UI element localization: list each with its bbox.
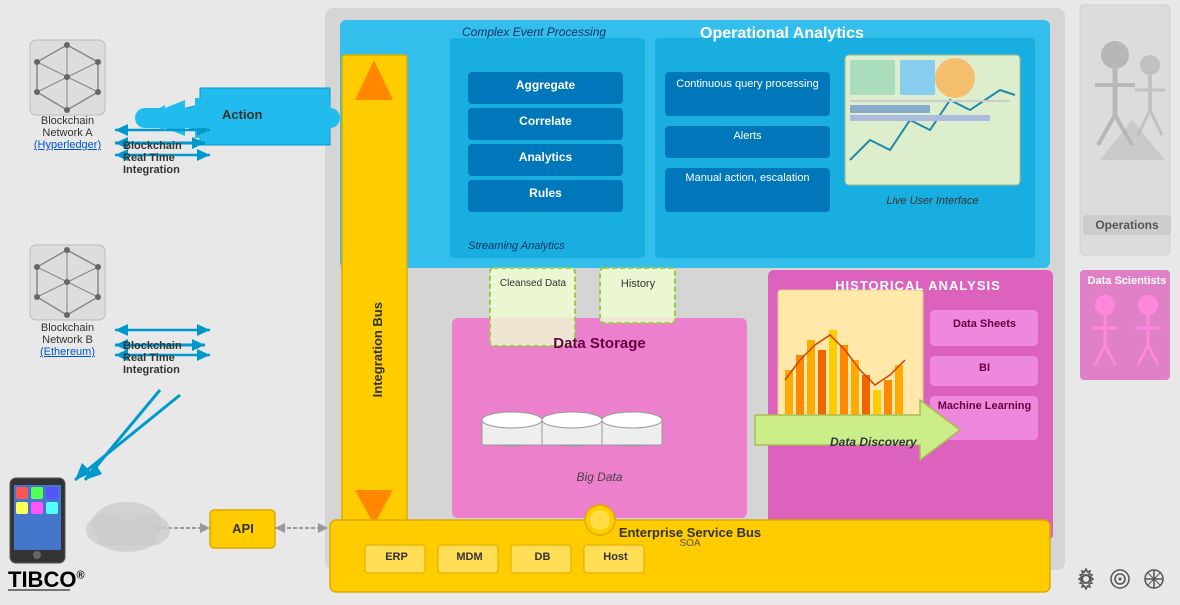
history-label: History — [603, 278, 673, 290]
blockchain-a-label: Blockchain Network A (Hyperledger) — [20, 115, 115, 151]
data-discovery-label: Data Discovery — [830, 435, 917, 449]
compass-icon — [1143, 568, 1165, 590]
oa-manual-action: Manual action, escalation — [665, 172, 830, 184]
settings-icons-group — [1075, 568, 1165, 590]
big-data-label: Big Data — [452, 470, 747, 484]
cep-analytics: Analytics — [468, 150, 623, 164]
cep-correlate: Correlate — [468, 114, 623, 128]
op-analytics-title: Operational Analytics — [700, 25, 864, 43]
action-label: Action — [222, 107, 262, 122]
hist-data-sheets: Data Sheets — [932, 318, 1037, 330]
gear-icon — [1075, 568, 1097, 590]
esb-db: DB — [514, 551, 571, 563]
main-diagram: Complex Event Processing Aggregate Corre… — [0, 0, 1180, 605]
streaming-analytics-label: Streaming Analytics — [468, 240, 565, 252]
esb-erp: ERP — [368, 551, 425, 563]
oa-cqp: Continuous query processing — [665, 78, 830, 90]
data-storage-title: Data Storage — [452, 335, 747, 352]
hist-ml: Machine Learning — [932, 400, 1037, 412]
tibco-logo: TIBCO® — [8, 567, 85, 593]
cleansed-data-label: Cleansed Data — [493, 278, 573, 289]
esb-subtitle: SOA — [330, 538, 1050, 549]
blockchain-a-integration: Blockchain Real Time Integration — [123, 140, 203, 176]
esb-host: Host — [587, 551, 644, 563]
target-icon — [1109, 568, 1131, 590]
cep-rules: Rules — [468, 186, 623, 200]
api-label: API — [218, 521, 268, 536]
cep-title: Complex Event Processing — [462, 25, 606, 39]
esb-mdm: MDM — [441, 551, 498, 563]
cep-aggregate: Aggregate — [468, 78, 623, 92]
live-ui-label: Live User Interface — [845, 195, 1020, 207]
oa-alerts: Alerts — [665, 130, 830, 142]
blockchain-b-integration: Blockchain Real Time Integration — [123, 340, 203, 376]
hist-bi: BI — [932, 362, 1037, 374]
operations-label: Operations — [1083, 215, 1171, 235]
blockchain-b-label: Blockchain Network B (Ethereum) — [20, 322, 115, 358]
data-scientists-label: Data Scientists — [1083, 275, 1171, 287]
historical-analysis-title: HISTORICAL ANALYSIS — [778, 278, 1058, 293]
integration-bus-label: Integration Bus — [345, 250, 410, 450]
